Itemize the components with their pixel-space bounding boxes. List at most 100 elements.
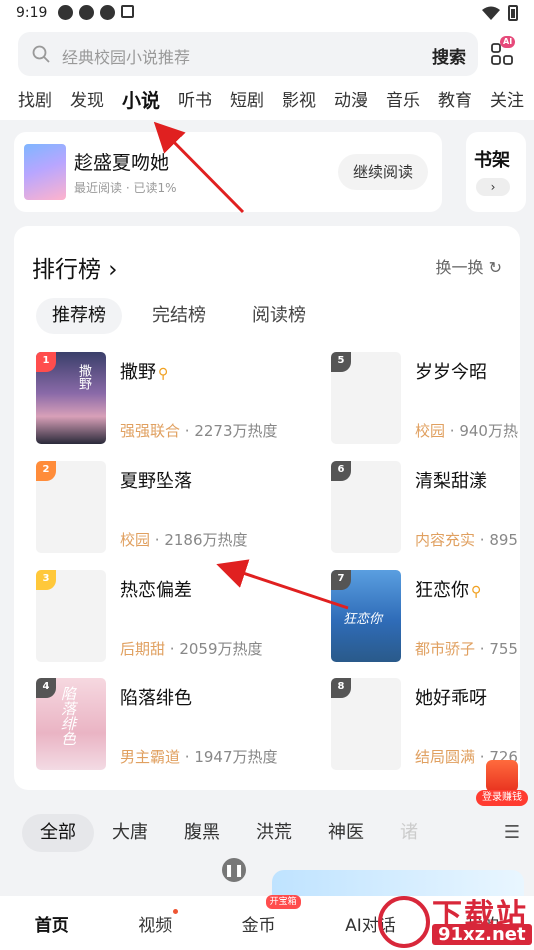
ai-badge: AI (500, 36, 516, 48)
tab-duanju[interactable]: 短剧 (230, 88, 264, 116)
swap-button[interactable]: 换一换 ↻ (435, 254, 502, 278)
status-time: 9:19 (16, 5, 48, 21)
ranking-title[interactable]: 排行榜 › (32, 250, 118, 284)
subtab-finished[interactable]: 完结榜 (136, 298, 222, 334)
subtab-reading[interactable]: 阅读榜 (236, 298, 322, 334)
book-meta: 内容充实 · 895 (415, 529, 518, 550)
notification-app-icon (58, 5, 73, 20)
book-tag: 校园 (120, 531, 151, 549)
book-heat: · 940万热 (445, 422, 518, 440)
book-tag: 校园 (415, 422, 446, 440)
book-heat: · 2273万热度 (180, 422, 278, 440)
book-name: 夏野坠落 (120, 471, 192, 492)
book-heat: · 2059万热度 (165, 640, 263, 658)
watermark-logo: 下载站 91xz.net (368, 888, 534, 950)
cover-title: 狂恋你 (343, 612, 383, 627)
header: 经典校园小说推荐 搜索 AI 找剧 发现 小说 听书 短剧 影视 动漫 音乐 教… (0, 28, 534, 120)
book-tag: 内容充实 (415, 531, 476, 549)
cover-title: 陷落绯色 (59, 686, 77, 746)
category-chips: 全部 大唐 腹黑 洪荒 神医 诸 ☰ (0, 808, 534, 858)
book-meta: 强强联合 · 2273万热度 (120, 420, 278, 441)
tab-yinyue[interactable]: 音乐 (386, 88, 420, 116)
notification-app-icon (79, 5, 94, 20)
book-name: 撒野 ⚲ (120, 358, 168, 384)
nav-video[interactable]: 视频 (138, 908, 179, 936)
continue-progress: 最近阅读 · 已读1% (74, 181, 177, 195)
rank-badge: 3 (36, 570, 56, 590)
wifi-icon (482, 6, 500, 20)
menu-icon[interactable]: ☰ (504, 822, 520, 843)
status-bar: 9:19 (0, 0, 534, 28)
login-earn-redpacket[interactable]: 登录赚钱 (476, 760, 528, 808)
search-bar[interactable]: 经典校园小说推荐 搜索 (18, 32, 478, 76)
treasure-badge: 开宝箱 (265, 894, 301, 909)
book-item[interactable]: 陷落绯色 4 陷落绯色 男主霸道 · 1947万热度 (36, 678, 286, 774)
watermark-icon (378, 896, 430, 948)
book-tag: 男主霸道 (120, 748, 181, 766)
tab-guanzhu[interactable]: 关注 (490, 88, 524, 116)
book-name-text: 撒野 (120, 362, 156, 383)
redpacket-label: 登录赚钱 (476, 790, 528, 806)
book-heat: · 1947万热度 (180, 748, 278, 766)
book-name: 狂恋你 ⚲ (415, 576, 481, 602)
book-item[interactable]: 狂恋你 7 狂恋你 ⚲ 都市骄子 · 755 (331, 570, 520, 666)
nav-home[interactable]: 首页 (35, 911, 69, 936)
book-item[interactable]: 3 热恋偏差 后期甜 · 2059万热度 (36, 570, 286, 666)
category-fuhei[interactable]: 腹黑 (166, 814, 238, 852)
book-heat: · 895 (475, 531, 518, 549)
category-zhu[interactable]: 诸 (382, 814, 436, 852)
tab-zhaoju[interactable]: 找剧 (18, 88, 52, 116)
continue-book-title: 趁盛夏吻她 (74, 152, 170, 174)
tab-xiaoshuo[interactable]: 小说 (122, 88, 160, 116)
book-meta: 校园 · 2186万热度 (120, 529, 248, 550)
book-heat: · 2186万热度 (150, 531, 248, 549)
search-button[interactable]: 搜索 (432, 43, 466, 68)
book-tag: 强强联合 (120, 422, 181, 440)
book-name: 陷落绯色 (120, 688, 192, 709)
rank-badge: 2 (36, 461, 56, 481)
search-icon (32, 45, 50, 63)
notification-app-icon (121, 5, 134, 18)
category-honghuang[interactable]: 洪荒 (238, 814, 310, 852)
ranking-card: 排行榜 › 换一换 ↻ 推荐榜 完结榜 阅读榜 撒野 1 撒野 ⚲ 强强联合 · … (14, 226, 520, 790)
tab-faxian[interactable]: 发现 (70, 88, 104, 116)
tab-tingshu[interactable]: 听书 (178, 88, 212, 116)
rank-badge: 4 (36, 678, 56, 698)
ranking-subtabs: 推荐榜 完结榜 阅读榜 (36, 298, 322, 334)
book-name: 清梨甜漾 (415, 471, 487, 492)
subtab-recommend[interactable]: 推荐榜 (36, 298, 122, 334)
book-item[interactable]: 2 夏野坠落 校园 · 2186万热度 (36, 461, 286, 557)
category-shenyi[interactable]: 神医 (310, 814, 382, 852)
book-name: 岁岁今昭 (415, 362, 487, 383)
book-meta: 男主霸道 · 1947万热度 (120, 746, 278, 767)
nav-coins-label: 金币 (241, 915, 276, 936)
category-all[interactable]: 全部 (22, 814, 94, 852)
book-name-text: 狂恋你 (415, 580, 469, 601)
book-tag: 都市骄子 (415, 640, 476, 658)
search-placeholder[interactable]: 经典校园小说推荐 (62, 44, 190, 68)
pause-icon[interactable]: ❚❚ (222, 858, 246, 882)
nav-coins[interactable]: 金币 开宝箱 (241, 894, 301, 936)
nav-video-label: 视频 (138, 915, 173, 936)
rank-badge: 1 (36, 352, 56, 372)
book-item[interactable]: 撒野 1 撒野 ⚲ 强强联合 · 2273万热度 (36, 352, 286, 448)
book-item[interactable]: 5 岁岁今昭 校园 · 940万热 (331, 352, 520, 448)
tab-yingshi[interactable]: 影视 (282, 88, 316, 116)
book-tag: 后期甜 (120, 640, 166, 658)
category-datang[interactable]: 大唐 (94, 814, 166, 852)
tab-jiaoyu[interactable]: 教育 (438, 88, 472, 116)
bookshelf-card[interactable]: 书架 › (466, 132, 526, 212)
search-icon: ⚲ (471, 584, 482, 600)
redpacket-icon (486, 760, 518, 792)
continue-reading-button[interactable]: 继续阅读 (338, 154, 428, 190)
watermark-url: 91xz.net (432, 924, 532, 945)
chevron-right-icon[interactable]: › (476, 178, 510, 196)
book-cover (24, 144, 66, 200)
continue-reading-card[interactable]: 趁盛夏吻她 最近阅读 · 已读1% 继续阅读 (14, 132, 442, 212)
book-name: 热恋偏差 (120, 580, 192, 601)
book-name: 她好乖呀 (415, 688, 487, 709)
battery-icon (508, 5, 518, 21)
book-item[interactable]: 6 清梨甜漾 内容充实 · 895 (331, 461, 520, 557)
tab-dongman[interactable]: 动漫 (334, 88, 368, 116)
rank-badge: 5 (331, 352, 351, 372)
